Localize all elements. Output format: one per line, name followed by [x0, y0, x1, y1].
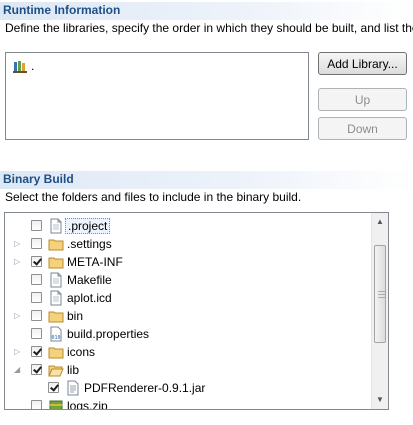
tree-item-label: bin — [67, 309, 84, 323]
tree-collapsed-icon[interactable]: ▷ — [14, 311, 24, 321]
include-checkbox[interactable] — [48, 382, 59, 393]
zip-file-icon — [48, 398, 64, 409]
binary-build-section-title: Binary Build — [3, 172, 74, 186]
scroll-up-arrow-icon[interactable]: ▲ — [372, 214, 388, 230]
folder-icon — [48, 308, 64, 324]
down-button[interactable]: Down — [318, 117, 407, 140]
binary-build-tree[interactable]: .project ▷ .settings ▷ META-INF Makefile aplot… — [4, 212, 389, 410]
file-icon — [48, 290, 64, 306]
include-checkbox[interactable] — [31, 274, 42, 285]
tree-item-label: META-INF — [67, 255, 123, 269]
tree-item[interactable]: Makefile — [5, 271, 371, 289]
tree-collapsed-icon[interactable]: ▷ — [14, 257, 24, 267]
up-button[interactable]: Up — [318, 88, 407, 111]
tree-item[interactable]: PDFRenderer-0.9.1.jar — [5, 379, 371, 397]
tree-rows: .project ▷ .settings ▷ META-INF Makefile aplot… — [5, 213, 371, 409]
runtime-section-header: Runtime Information — [0, 2, 413, 20]
grip-icon: — — — — [378, 288, 385, 301]
library-item[interactable]: . — [13, 59, 34, 73]
include-checkbox[interactable] — [31, 328, 42, 339]
tree-item[interactable]: ◢ lib — [5, 361, 371, 379]
tree-item-label: icons — [67, 345, 96, 359]
add-library-button[interactable]: Add Library... — [318, 52, 407, 75]
tree-item[interactable]: ▷ .settings — [5, 235, 371, 253]
binary-build-description: Select the folders and files to include … — [5, 190, 302, 204]
tree-item-label: lib — [67, 363, 80, 377]
tree-item-label: PDFRenderer-0.9.1.jar — [84, 381, 206, 395]
file-icon — [48, 272, 64, 288]
tree-item-label: logs.zip — [67, 399, 108, 409]
include-checkbox[interactable] — [31, 310, 42, 321]
include-checkbox[interactable] — [31, 256, 42, 267]
vertical-scrollbar[interactable]: ▲ — — — ▼ — [371, 213, 388, 409]
include-checkbox[interactable] — [31, 364, 42, 375]
libraries-list[interactable]: . — [5, 52, 309, 140]
jar-file-icon — [65, 380, 81, 396]
include-checkbox[interactable] — [31, 238, 42, 249]
include-checkbox[interactable] — [31, 346, 42, 357]
tree-item[interactable]: .project — [5, 217, 371, 235]
folder-open-icon — [48, 362, 64, 378]
properties-file-icon: 010 — [48, 326, 64, 342]
tree-item[interactable]: ▷ bin — [5, 307, 371, 325]
tree-collapsed-icon[interactable]: ▷ — [14, 239, 24, 249]
folder-icon — [48, 254, 64, 270]
scroll-thumb[interactable]: — — — — [374, 245, 386, 343]
scroll-down-arrow-icon[interactable]: ▼ — [372, 392, 388, 408]
tree-item[interactable]: 010 build.properties — [5, 325, 371, 343]
include-checkbox[interactable] — [31, 220, 42, 231]
file-icon — [48, 218, 64, 234]
tree-item-label: aplot.icd — [67, 291, 112, 305]
include-checkbox[interactable] — [31, 400, 42, 409]
tree-item-label: Makefile — [67, 273, 112, 287]
tree-item[interactable]: ▷ META-INF — [5, 253, 371, 271]
svg-text:010: 010 — [52, 335, 61, 341]
folder-icon — [48, 236, 64, 252]
library-icon — [13, 61, 27, 73]
folder-icon — [48, 344, 64, 360]
tree-item[interactable]: logs.zip — [5, 397, 371, 409]
tree-item-label: build.properties — [67, 327, 150, 341]
tree-item[interactable]: ▷ icons — [5, 343, 371, 361]
runtime-description: Define the libraries, specify the order … — [5, 21, 413, 35]
include-checkbox[interactable] — [31, 292, 42, 303]
tree-item-label: .settings — [67, 237, 112, 251]
tree-item-label: .project — [65, 218, 111, 234]
tree-expanded-icon[interactable]: ◢ — [14, 365, 24, 375]
runtime-section-title: Runtime Information — [3, 3, 121, 17]
binary-build-section-header: Binary Build — [0, 171, 413, 189]
tree-item[interactable]: aplot.icd — [5, 289, 371, 307]
tree-collapsed-icon[interactable]: ▷ — [14, 347, 24, 357]
library-item-label: . — [31, 59, 35, 73]
